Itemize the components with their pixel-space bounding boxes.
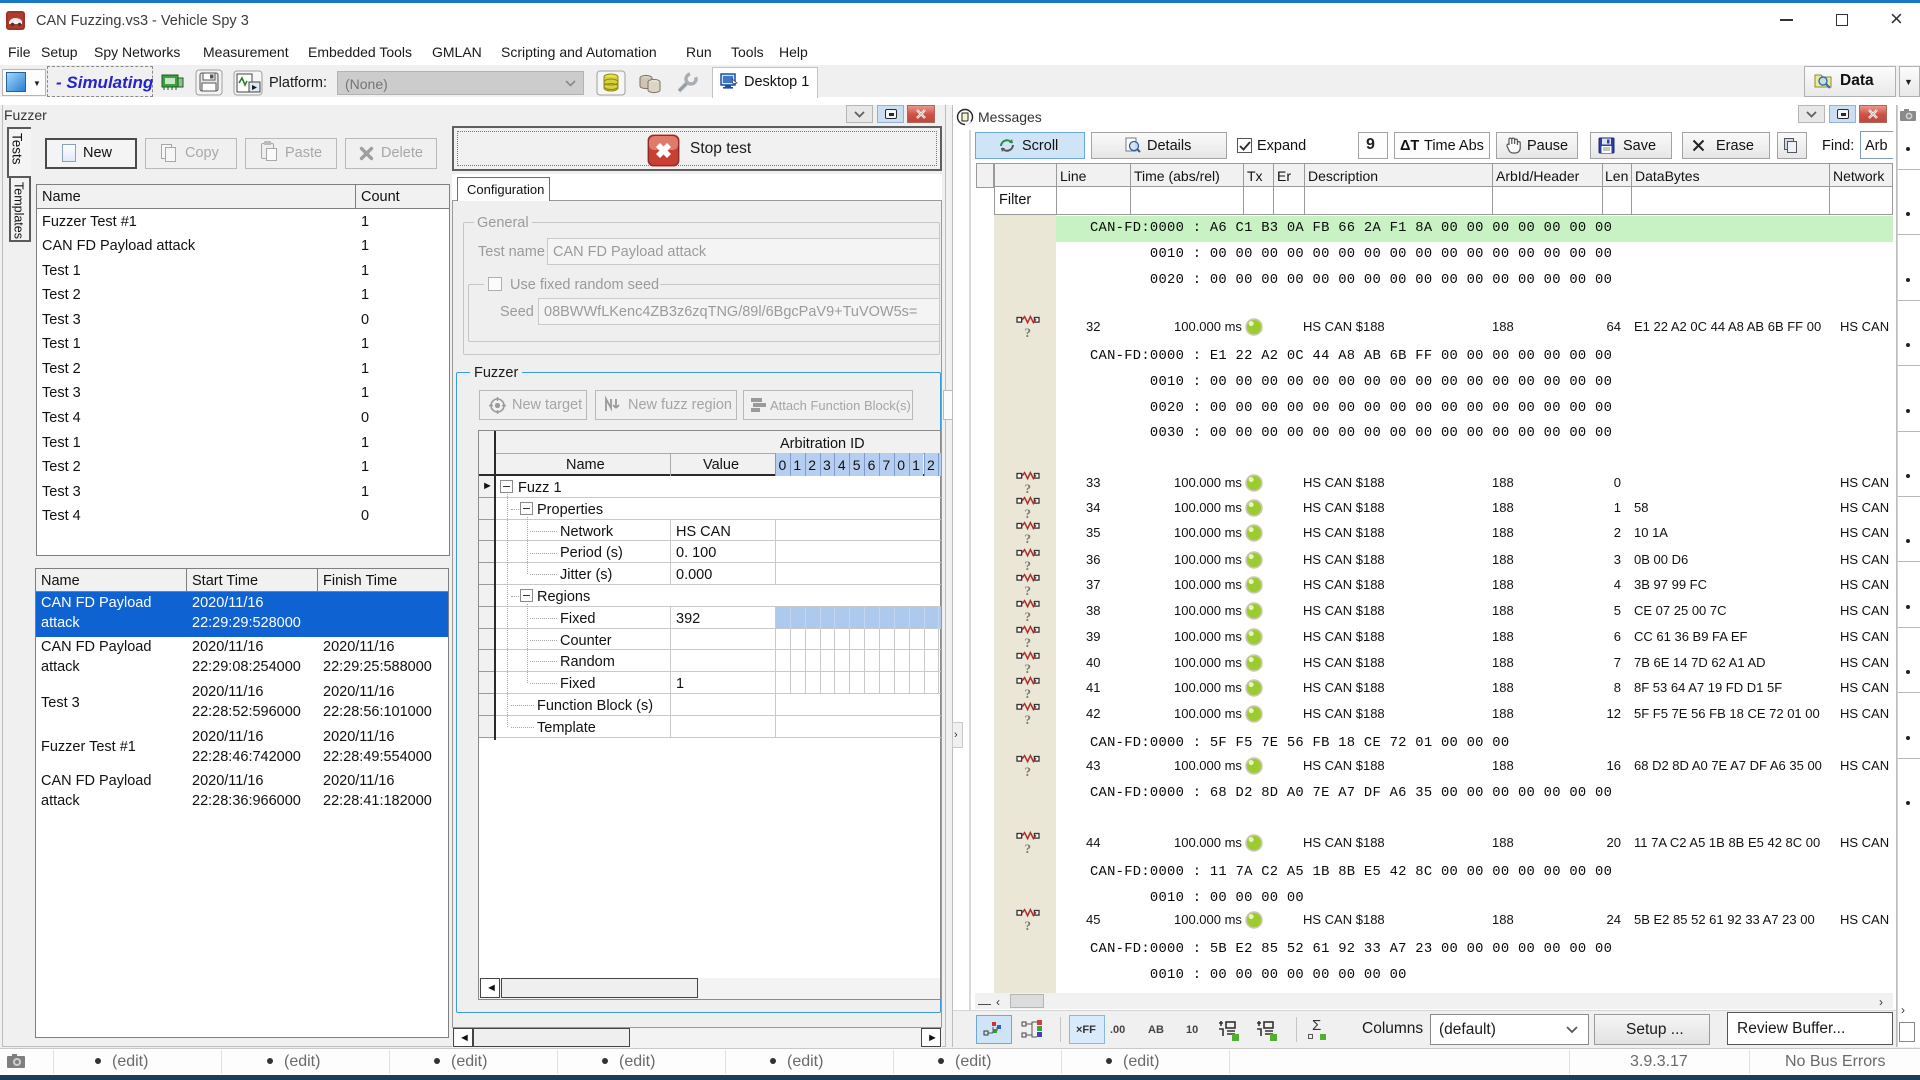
svg-text:?: ?	[1025, 661, 1032, 676]
svg-text:?: ?	[1025, 635, 1032, 650]
svg-text:?: ?	[1025, 558, 1032, 573]
svg-text:?: ?	[1025, 918, 1032, 933]
svg-text:?: ?	[1025, 764, 1032, 779]
svg-text:?: ?	[1025, 609, 1032, 624]
svg-text:?: ?	[1025, 481, 1032, 496]
svg-text:?: ?	[1025, 325, 1032, 340]
svg-text:?: ?	[1025, 712, 1032, 727]
svg-text:?: ?	[1025, 686, 1032, 701]
svg-text:?: ?	[1025, 841, 1032, 856]
svg-text:?: ?	[1025, 583, 1032, 598]
svg-text:?: ?	[1025, 531, 1032, 546]
svg-text:?: ?	[1025, 506, 1032, 521]
